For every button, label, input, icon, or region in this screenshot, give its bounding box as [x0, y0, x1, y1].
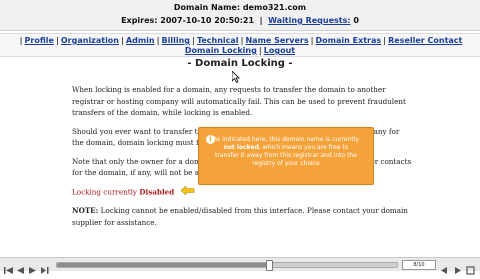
interface-note: NOTE: Locking cannot be enabled/disabled… [72, 205, 412, 228]
nav-profile[interactable]: Profile [25, 36, 54, 45]
previous-slide-icon[interactable] [440, 260, 449, 274]
progress-thumb[interactable] [265, 260, 273, 271]
locking-status-label: Locking currently [72, 186, 137, 196]
nav-technical[interactable]: Technical [197, 36, 239, 45]
progress-track[interactable] [56, 260, 398, 271]
expires-value: 2007-10-10 20:50:21 [160, 16, 255, 25]
nav-row-1: | Profile | Organization | Admin | Billing | Tech… [19, 36, 463, 45]
back-icon[interactable] [16, 260, 25, 274]
forward-icon[interactable] [40, 260, 49, 274]
page-title: - Domain Locking - [187, 58, 293, 69]
locking-status-value: Disabled [139, 186, 175, 196]
nav-billing[interactable]: Billing [162, 36, 191, 45]
callout-text-before: As indicated here, this domain name is c… [213, 136, 359, 143]
note-label: NOTE: [72, 206, 99, 215]
domain-name-label: Domain Name: [173, 3, 241, 12]
waiting-requests-count: 0 [353, 16, 359, 25]
mouse-cursor-icon [231, 68, 240, 87]
callout-text-bold: not locked [223, 144, 259, 151]
locking-status: Locking currently Disabled [72, 184, 412, 199]
waiting-requests-link[interactable]: Waiting Requests: [268, 16, 350, 25]
fullscreen-icon[interactable] [466, 260, 475, 275]
next-slide-icon[interactable] [453, 260, 462, 274]
progress-fill [57, 263, 268, 267]
locking-description: When locking is enabled for a domain, an… [72, 85, 406, 117]
nav-domain-extras[interactable]: Domain Extras [316, 36, 382, 45]
annotation-callout: i As indicated here, this domain name is… [198, 127, 374, 185]
account-header: Domain Name: demo321.com Expires: 2007-1… [0, 0, 480, 31]
page-counter: 8/10 [402, 260, 436, 270]
expires-row: Expires: 2007-10-10 20:50:21 | Waiting R… [121, 16, 359, 25]
nav-organization[interactable]: Organization [61, 36, 119, 45]
nav-admin[interactable]: Admin [126, 36, 155, 45]
expires-label: Expires: [121, 16, 158, 25]
rewind-icon[interactable] [4, 260, 13, 274]
play-icon[interactable] [28, 260, 37, 274]
player-control-bar: 8/10 [0, 257, 480, 275]
domain-name-row: Domain Name: demo321.com [0, 3, 480, 12]
left-arrow-icon [180, 184, 195, 199]
nav-row-2: Domain Locking | Logout [184, 46, 296, 55]
info-icon: i [206, 135, 215, 144]
main-nav: | Profile | Organization | Admin | Billing | Tech… [0, 33, 480, 57]
nav-domain-locking[interactable]: Domain Locking [185, 46, 257, 55]
nav-reseller-contact[interactable]: Reseller Contact [388, 36, 462, 45]
domain-name-value: demo321.com [242, 3, 307, 12]
nav-name-servers[interactable]: Name Servers [245, 36, 308, 45]
note-text: Locking cannot be enabled/disabled from … [72, 206, 408, 227]
nav-logout[interactable]: Logout [264, 46, 295, 55]
